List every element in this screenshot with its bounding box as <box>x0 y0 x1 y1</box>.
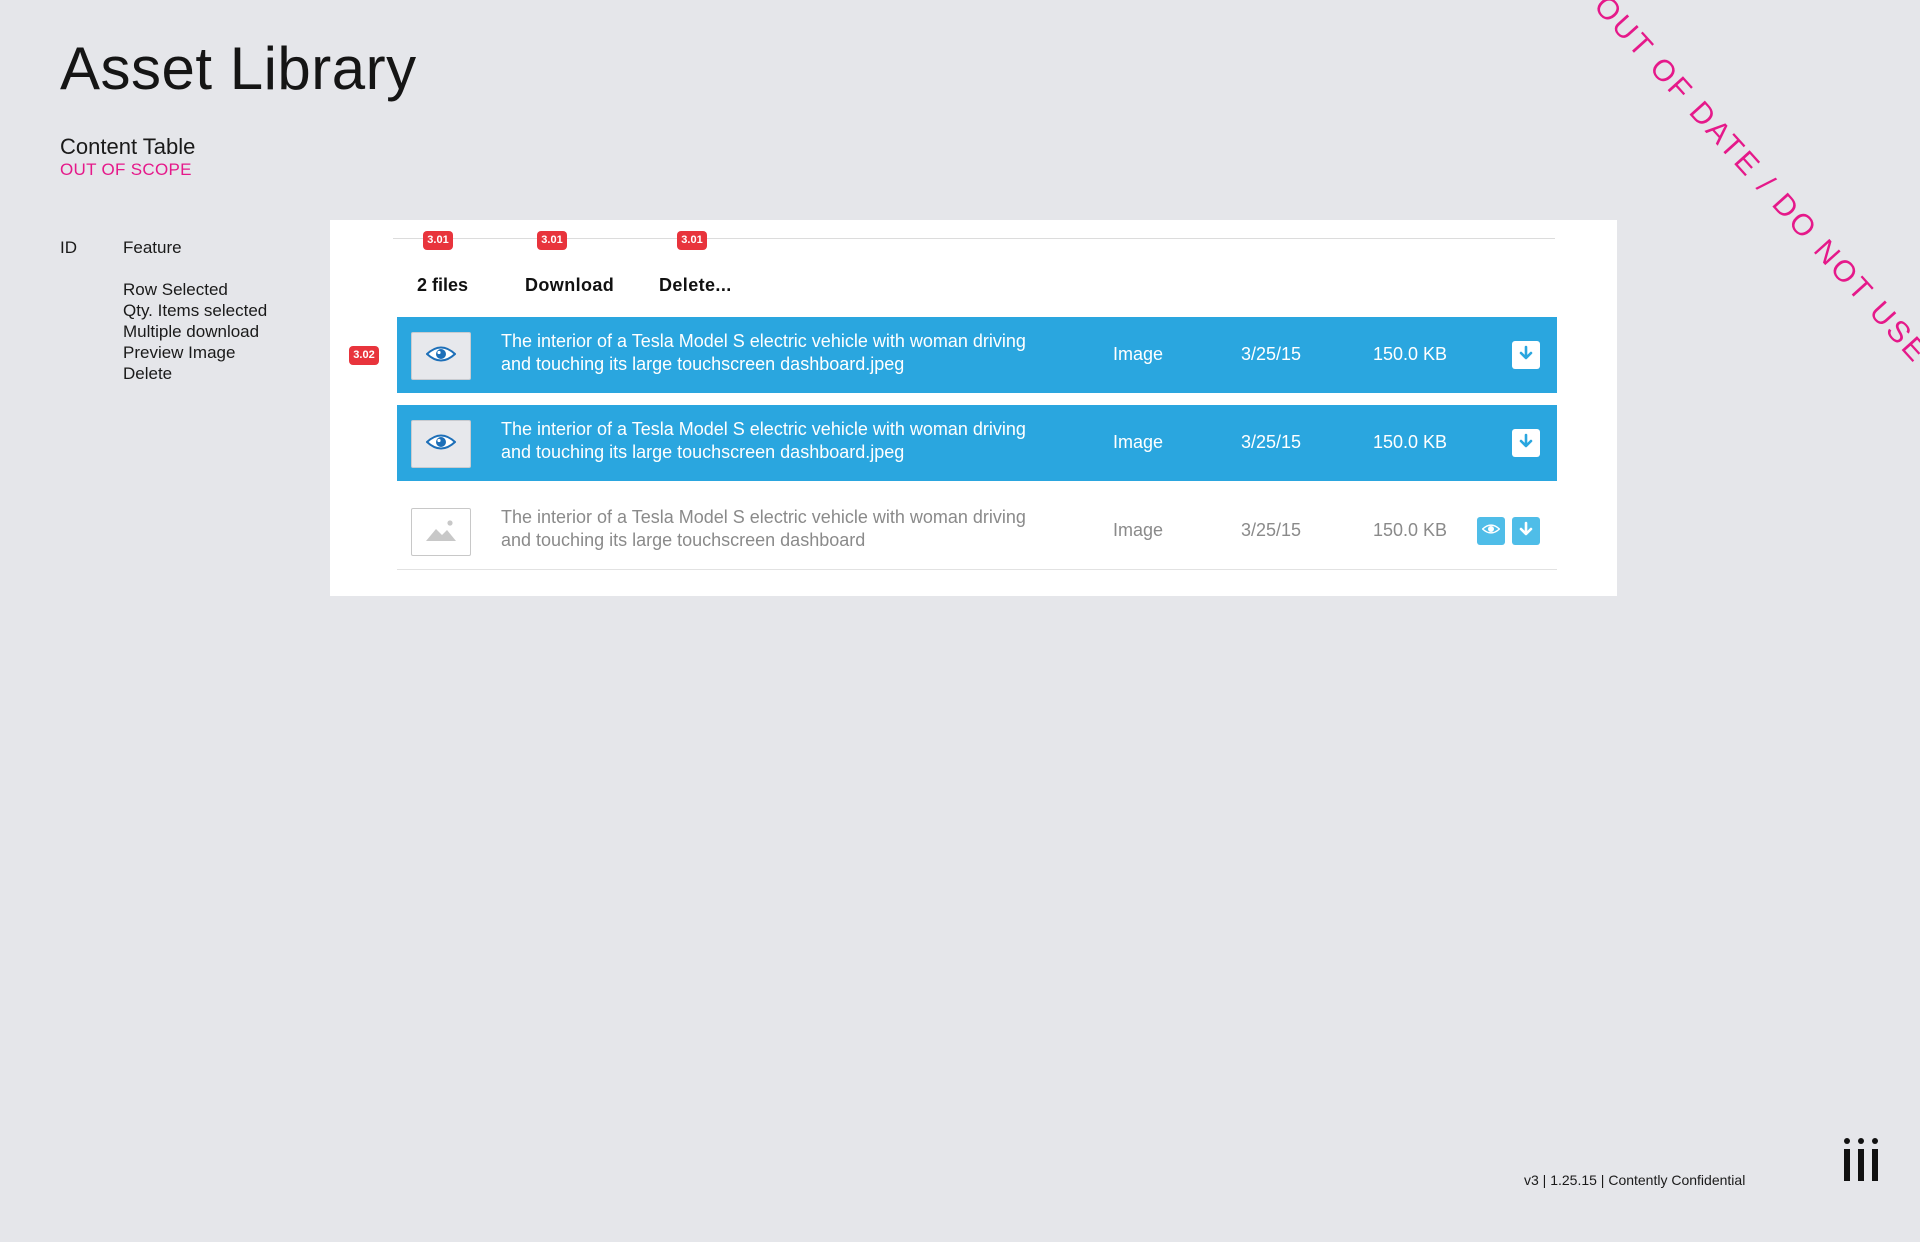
file-name: The interior of a Tesla Model S electric… <box>501 330 1101 376</box>
file-size: 150.0 KB <box>1373 432 1448 452</box>
delete-button[interactable]: Delete... <box>659 275 732 296</box>
table-row[interactable]: The interior of a Tesla Model S electric… <box>397 405 1557 481</box>
eye-icon <box>1481 522 1501 540</box>
file-type: Image <box>1113 432 1164 452</box>
download-button[interactable]: Download <box>525 275 614 296</box>
file-name-line: and touching its large touchscreen dashb… <box>501 530 866 550</box>
file-date: 3/25/15 <box>1241 432 1302 452</box>
download-icon <box>1518 521 1534 542</box>
legend-feature-item: Delete <box>123 364 173 383</box>
file-date: 3/25/15 <box>1241 344 1302 364</box>
footer-text: v3 | 1.25.15 | Contently Confidential <box>1524 1172 1746 1188</box>
annotation-badge: 3.01 <box>423 231 453 250</box>
eye-icon <box>425 345 457 368</box>
selected-count-label: 2 files <box>417 275 469 295</box>
row-download-button[interactable] <box>1512 341 1540 369</box>
table-row[interactable]: The interior of a Tesla Model S electric… <box>397 317 1557 393</box>
legend-feature-item: Row Selected <box>123 280 228 299</box>
row-preview-button[interactable] <box>1477 517 1505 545</box>
out-of-date-watermark: OUT OF DATE / DO NOT USE <box>1587 0 1920 370</box>
page-title: Asset Library <box>60 35 417 102</box>
toolbar-divider <box>393 238 1555 239</box>
eye-icon <box>425 433 457 456</box>
file-name-line: and touching its large touchscreen dashb… <box>501 354 905 374</box>
preview-thumbnail[interactable] <box>411 420 471 468</box>
section-title: Content Table <box>60 134 196 159</box>
file-name: The interior of a Tesla Model S electric… <box>501 418 1101 464</box>
annotation-badge: 3.02 <box>349 346 379 365</box>
table-row[interactable]: The interior of a Tesla Model S electric… <box>397 493 1557 570</box>
legend-feature-item: Preview Image <box>123 343 236 362</box>
annotation-badge: 3.01 <box>537 231 567 250</box>
scope-note: OUT OF SCOPE <box>60 160 192 179</box>
preview-thumbnail[interactable] <box>411 332 471 380</box>
download-icon <box>1518 433 1534 454</box>
legend-feature-item: Multiple download <box>123 322 260 341</box>
file-type: Image <box>1113 344 1164 364</box>
row-download-button[interactable] <box>1512 429 1540 457</box>
file-size: 150.0 KB <box>1373 520 1448 540</box>
annotation-badge: 3.01 <box>677 231 707 250</box>
legend-feature-item: Qty. Items selected <box>123 301 268 320</box>
file-type: Image <box>1113 520 1164 540</box>
file-name-line: The interior of a Tesla Model S electric… <box>501 507 1026 527</box>
file-name-line: and touching its large touchscreen dashb… <box>501 442 905 462</box>
file-name-line: The interior of a Tesla Model S electric… <box>501 331 1026 351</box>
download-icon <box>1518 345 1534 366</box>
legend-feature-list: Row Selected Qty. Items selected Multipl… <box>123 279 267 384</box>
file-size: 150.0 KB <box>1373 344 1448 364</box>
file-name: The interior of a Tesla Model S electric… <box>501 506 1101 552</box>
legend-id-header: ID <box>60 238 77 257</box>
row-download-button[interactable] <box>1512 517 1540 545</box>
image-thumbnail[interactable] <box>411 508 471 556</box>
file-name-line: The interior of a Tesla Model S electric… <box>501 419 1026 439</box>
image-placeholder-icon <box>425 518 457 547</box>
file-date: 3/25/15 <box>1241 520 1302 540</box>
contently-logo-icon <box>1842 1137 1880 1188</box>
legend-feature-header: Feature <box>123 238 182 257</box>
